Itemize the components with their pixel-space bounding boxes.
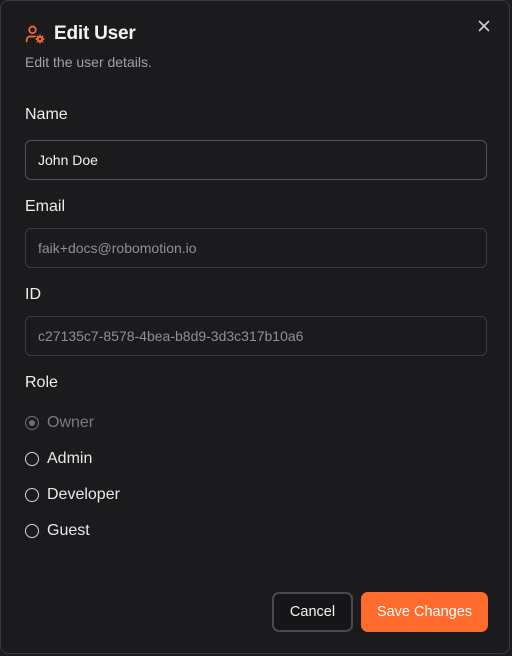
name-input[interactable] (25, 140, 487, 180)
radio-owner[interactable] (25, 416, 39, 430)
cancel-button[interactable]: Cancel (272, 592, 353, 632)
role-option-admin[interactable]: Admin (25, 450, 92, 468)
role-option-label: Guest (47, 522, 90, 539)
role-option-label: Owner (47, 414, 95, 431)
save-changes-button[interactable]: Save Changes (361, 592, 488, 632)
name-label: Name (25, 106, 68, 123)
edit-user-dialog: Edit User Edit the user details. Name Em… (0, 0, 510, 654)
role-label: Role (25, 374, 58, 391)
user-gear-icon (25, 25, 45, 44)
role-option-guest[interactable]: Guest (25, 522, 90, 540)
id-label: ID (25, 286, 41, 303)
close-button[interactable] (473, 15, 495, 37)
radio-admin[interactable] (25, 452, 39, 466)
close-icon (478, 20, 490, 32)
role-option-label: Admin (47, 450, 93, 467)
radio-developer[interactable] (25, 488, 39, 502)
role-option-developer[interactable]: Developer (25, 486, 120, 504)
dialog-title: Edit User (54, 23, 136, 44)
email-label: Email (25, 198, 66, 215)
radio-guest[interactable] (25, 524, 39, 538)
dialog-header: Edit User (25, 23, 136, 45)
role-option-label: Developer (47, 486, 120, 503)
dialog-subtitle: Edit the user details. (25, 54, 152, 70)
id-field[interactable] (25, 316, 487, 356)
email-field[interactable] (25, 228, 487, 268)
role-option-owner[interactable]: Owner (25, 414, 94, 432)
